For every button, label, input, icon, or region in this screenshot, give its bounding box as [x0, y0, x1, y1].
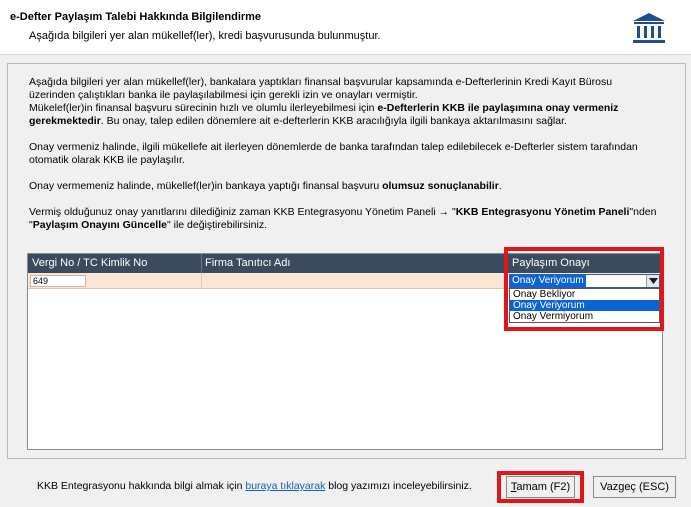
highlight-box-approval-column — [504, 247, 664, 331]
blog-link[interactable]: buraya tıklayarak — [245, 480, 325, 492]
info-paragraph-2: Mükelef(ler)in finansal başvuru sürecini… — [29, 102, 669, 128]
info-bold: olumsuz sonuçlanabilir — [382, 180, 499, 192]
info-line: . — [498, 180, 502, 192]
cell-divider — [201, 273, 202, 289]
info-line: . Bu onay, talep edilen dönemlere ait e-… — [100, 115, 567, 127]
footer-text: KKB Entegrasyonu hakkında bilgi almak iç… — [37, 480, 246, 492]
info-paragraph-4: Onay vermemeniz halinde, mükellef(ler)in… — [29, 180, 669, 193]
column-divider[interactable] — [201, 254, 202, 273]
cancel-button[interactable]: Vazgeç (ESC) — [593, 476, 676, 498]
dialog-subtitle: Aşağıda bilgileri yer alan mükellef(ler)… — [29, 30, 381, 42]
info-paragraph-1: Aşağıda bilgileri yer alan mükellef(ler)… — [29, 76, 669, 102]
info-line: Vermiş olduğunuz onay yanıtlarını diledi… — [29, 206, 456, 218]
info-paragraph-5: Vermiş olduğunuz onay yanıtlarını diledi… — [29, 206, 669, 232]
info-bold: Paylaşım Onayını Güncelle — [32, 219, 167, 231]
vergi-no-cell[interactable]: 649 — [30, 275, 86, 287]
dialog-header: e-Defter Paylaşım Talebi Hakkında Bilgil… — [0, 0, 691, 55]
info-paragraph-3: Onay vermeniz halinde, ilgili mükellefe … — [29, 141, 669, 167]
info-bold: KKB Entegrasyonu Yönetim Paneli — [455, 206, 630, 218]
info-line: Onay vermeniz halinde, ilgili mükellefe … — [29, 141, 638, 166]
info-line: Onay vermemeniz halinde, mükellef(ler)in… — [29, 180, 383, 192]
info-text: Aşağıda bilgileri yer alan mükellef(ler)… — [29, 76, 669, 245]
info-line: üzerinden çalıştıkları banka ile paylaşı… — [29, 89, 418, 101]
firma-cell[interactable] — [205, 275, 501, 287]
column-header-vergi-no[interactable]: Vergi No / TC Kimlik No — [32, 257, 147, 269]
info-line: Mükelef(ler)in finansal başvuru sürecini… — [29, 102, 378, 114]
footer-text: blog yazımızı inceleyebilirsiniz. — [325, 480, 472, 492]
info-line: " ile değiştirebilirsiniz. — [166, 219, 267, 231]
column-header-firma[interactable]: Firma Tanıtıcı Adı — [205, 257, 290, 269]
bank-icon — [633, 13, 665, 43]
dialog-title: e-Defter Paylaşım Talebi Hakkında Bilgil… — [10, 11, 262, 23]
footer-info: KKB Entegrasyonu hakkında bilgi almak iç… — [37, 480, 472, 492]
info-line: Aşağıda bilgileri yer alan mükellef(ler)… — [29, 76, 613, 88]
highlight-box-ok-button — [497, 471, 584, 503]
